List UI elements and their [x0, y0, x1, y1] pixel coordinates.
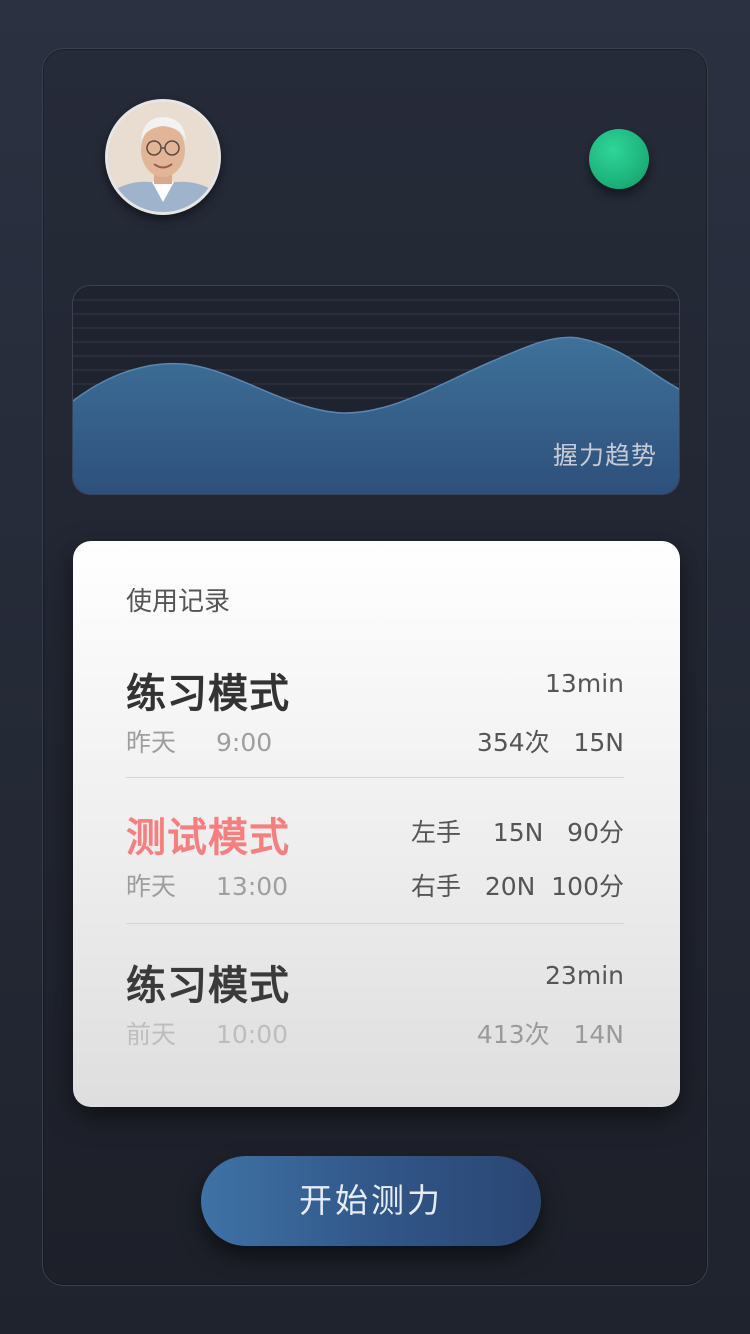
record-time: 9:00	[216, 728, 273, 757]
record-right-hand: 右手 20N 100分	[411, 872, 624, 901]
status-indicator[interactable]	[589, 129, 649, 189]
record-datetime: 昨天 9:00	[126, 723, 272, 759]
records-title: 使用记录	[126, 587, 231, 617]
grip-trend-chart[interactable]: 握力趋势	[72, 285, 680, 495]
record-stats: 413次 14N	[476, 1020, 624, 1049]
record-stats: 354次 15N	[476, 728, 624, 757]
record-mode: 练习模式	[126, 963, 290, 1009]
divider	[126, 923, 624, 924]
record-time: 13:00	[216, 872, 289, 901]
record-duration: 23min	[545, 961, 624, 990]
record-duration: 13min	[545, 669, 624, 698]
avatar[interactable]	[105, 99, 221, 215]
trend-label: 握力趋势	[552, 441, 657, 470]
record-day: 昨天	[126, 728, 177, 757]
usage-records-card: 使用记录 练习模式 13min 昨天 9:00 354次 15N 测试模式 左手 …	[73, 541, 680, 1107]
avatar-portrait	[108, 102, 218, 212]
start-measure-button[interactable]: 开始测力	[201, 1156, 541, 1246]
record-mode: 测试模式	[126, 815, 290, 861]
record-left-hand: 左手 15N 90分	[411, 818, 624, 847]
record-datetime: 前天 10:00	[126, 1015, 288, 1051]
record-mode: 练习模式	[126, 671, 290, 717]
record-datetime: 昨天 13:00	[126, 867, 288, 903]
record-day: 昨天	[126, 872, 177, 901]
record-day: 前天	[126, 1020, 177, 1049]
record-time: 10:00	[216, 1020, 289, 1049]
divider	[126, 777, 624, 778]
